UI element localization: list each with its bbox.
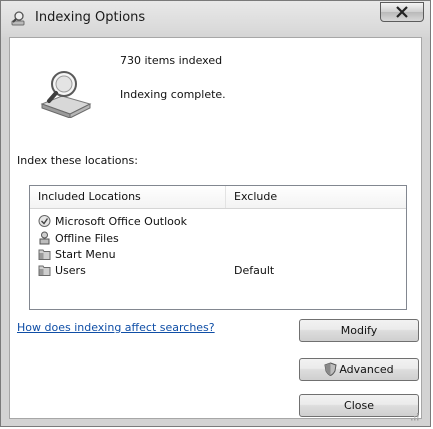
dialog-body: 730 items indexed Indexing complete. Ind…: [9, 37, 422, 421]
locations-heading: Index these locations:: [17, 154, 138, 167]
window-title: Indexing Options: [35, 10, 146, 25]
location-label: Users: [55, 264, 86, 277]
list-item[interactable]: Start Menu: [30, 247, 406, 263]
list-item[interactable]: Offline Files: [30, 231, 406, 247]
window-close-button[interactable]: [380, 2, 424, 22]
close-x-icon: [396, 6, 408, 18]
indexing-status: Indexing complete.: [120, 88, 226, 101]
indexing-help-link[interactable]: How does indexing affect searches?: [17, 321, 215, 334]
advanced-button[interactable]: Advanced: [299, 358, 419, 381]
list-header: Included Locations Exclude: [30, 186, 406, 209]
drive-magnifier-icon: [38, 68, 94, 119]
column-header-exclude[interactable]: Exclude: [226, 186, 407, 208]
items-indexed-count: 730 items indexed: [120, 54, 223, 67]
folder-icon: [38, 263, 51, 277]
location-label: Start Menu: [55, 248, 116, 261]
locations-list[interactable]: Included Locations Exclude Microsoft Off…: [29, 185, 407, 310]
location-label: Microsoft Office Outlook: [55, 215, 187, 228]
location-label: Offline Files: [55, 232, 119, 245]
indexing-options-window: Indexing Options 730 items indexed Index…: [0, 0, 431, 427]
close-button[interactable]: Close: [299, 394, 419, 417]
title-bar[interactable]: Indexing Options: [1, 1, 430, 37]
exclude-value: Default: [234, 264, 275, 277]
outlook-icon: [38, 214, 51, 228]
modify-button[interactable]: Modify: [299, 319, 419, 342]
column-header-included[interactable]: Included Locations: [30, 186, 226, 208]
list-item[interactable]: Users Default: [30, 263, 406, 279]
resize-grip-icon[interactable]: [409, 406, 419, 421]
offline-files-icon: [38, 231, 51, 245]
shield-icon: [324, 362, 337, 377]
folder-icon: [38, 247, 51, 261]
indexing-magnifier-icon: [10, 10, 28, 28]
advanced-button-label: Advanced: [339, 363, 394, 376]
list-item[interactable]: Microsoft Office Outlook: [30, 214, 406, 230]
